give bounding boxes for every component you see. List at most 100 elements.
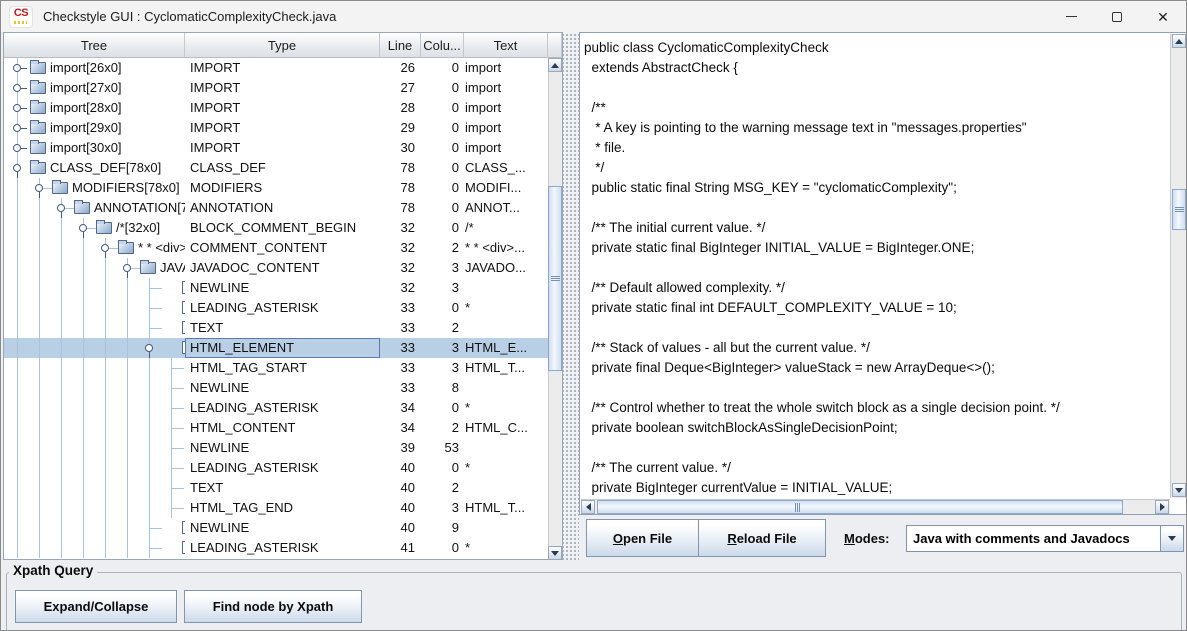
type-cell[interactable]: TEXT: [185, 478, 380, 498]
tree-scrollbar-thumb[interactable]: [548, 186, 562, 371]
code-hscrollbar-thumb[interactable]: [597, 500, 1123, 514]
tree-cell[interactable]: NEWLINE[39x53]: [4, 438, 185, 458]
tree-scroll-up-button[interactable]: [548, 58, 562, 72]
open-file-button[interactable]: Open File: [586, 519, 699, 557]
tree-cell[interactable]: TEXT[40x2]: [4, 478, 185, 498]
table-row[interactable]: HTML_ELEMENT[33x3] HTML_ELEMENT 33 3 HTM…: [4, 338, 548, 358]
table-row[interactable]: NEWLINE[32x3] NEWLINE 32 3: [4, 278, 548, 298]
source-code-view[interactable]: public class CyclomaticComplexityCheck e…: [581, 34, 1170, 499]
type-cell[interactable]: ANNOTATION: [185, 198, 380, 218]
tree-cell[interactable]: HTML_TAG_START[33x3]: [4, 358, 185, 378]
column-header-column[interactable]: Colu...: [421, 33, 464, 58]
type-cell[interactable]: IMPORT: [185, 78, 380, 98]
table-row[interactable]: LEADING_ASTERISK[41x0] LEADING_ASTERISK …: [4, 538, 548, 558]
table-row[interactable]: TEXT[40x2] TEXT 40 2: [4, 478, 548, 498]
code-scroll-right-button[interactable]: [1155, 500, 1169, 514]
type-cell[interactable]: TEXT: [185, 318, 380, 338]
type-cell[interactable]: HTML_TAG_START: [185, 358, 380, 378]
reload-file-button[interactable]: Reload File: [698, 519, 826, 557]
tree-cell[interactable]: HTML_ELEMENT[33x3]: [4, 338, 185, 358]
table-row[interactable]: NEWLINE[33x8] NEWLINE 33 8: [4, 378, 548, 398]
table-row[interactable]: import[29x0] IMPORT 29 0 import: [4, 118, 548, 138]
table-row[interactable]: LEADING_ASTERISK[34x0] LEADING_ASTERISK …: [4, 398, 548, 418]
table-row[interactable]: MODIFIERS[78x0] MODIFIERS 78 0 MODIFI...: [4, 178, 548, 198]
column-header-text[interactable]: Text: [464, 33, 548, 58]
tree-cell[interactable]: LEADING_ASTERISK[40x0]: [4, 458, 185, 478]
code-horizontal-scrollbar[interactable]: [581, 499, 1170, 514]
expand-handle-icon[interactable]: [13, 124, 22, 133]
table-row[interactable]: import[27x0] IMPORT 27 0 import: [4, 78, 548, 98]
type-cell[interactable]: BLOCK_COMMENT_BEGIN: [185, 218, 380, 238]
tree-cell[interactable]: ANNOTATION[78x0]: [4, 198, 185, 218]
type-cell[interactable]: LEADING_ASTERISK: [185, 398, 380, 418]
collapse-handle-icon[interactable]: [57, 204, 66, 213]
tree-cell[interactable]: JAVADOC_CONTENT[32x3]: [4, 258, 185, 278]
tree-cell[interactable]: MODIFIERS[78x0]: [4, 178, 185, 198]
column-header-tree[interactable]: Tree: [4, 33, 185, 58]
close-button[interactable]: ✕: [1140, 1, 1186, 32]
type-cell[interactable]: COMMENT_CONTENT: [185, 238, 380, 258]
table-row[interactable]: LEADING_ASTERISK[33x0] LEADING_ASTERISK …: [4, 298, 548, 318]
table-row[interactable]: HTML_TAG_START[33x3] HTML_TAG_START 33 3…: [4, 358, 548, 378]
minimize-button[interactable]: [1048, 1, 1094, 32]
type-cell[interactable]: HTML_TAG_END: [185, 498, 380, 518]
code-vertical-scrollbar[interactable]: [1170, 34, 1186, 498]
table-row[interactable]: import[26x0] IMPORT 26 0 import: [4, 58, 548, 78]
type-cell[interactable]: IMPORT: [185, 98, 380, 118]
table-row[interactable]: NEWLINE[40x9] NEWLINE 40 9: [4, 518, 548, 538]
tree-vertical-scrollbar[interactable]: [548, 58, 562, 560]
table-row[interactable]: TEXT[33x2] TEXT 33 2: [4, 318, 548, 338]
table-row[interactable]: CLASS_DEF[78x0] CLASS_DEF 78 0 CLASS_...: [4, 158, 548, 178]
column-header-line[interactable]: Line: [380, 33, 421, 58]
tree-cell[interactable]: TEXT[33x2]: [4, 318, 185, 338]
table-row[interactable]: NEWLINE[39x53] NEWLINE 39 53: [4, 438, 548, 458]
table-row[interactable]: HTML_CONTENT[34x2] HTML_CONTENT 34 2 HTM…: [4, 418, 548, 438]
expand-handle-icon[interactable]: [13, 144, 22, 153]
maximize-button[interactable]: [1094, 1, 1140, 32]
type-cell[interactable]: MODIFIERS: [185, 178, 380, 198]
table-row[interactable]: /*[32x0] BLOCK_COMMENT_BEGIN 32 0 /*: [4, 218, 548, 238]
table-row[interactable]: HTML_TAG_END[40x3] HTML_TAG_END 40 3 HTM…: [4, 498, 548, 518]
collapse-handle-icon[interactable]: [145, 344, 154, 353]
tree-cell[interactable]: LEADING_ASTERISK[33x0]: [4, 298, 185, 318]
table-row[interactable]: * * <div> COMMENT_CONTENT 32 2 * * <div>…: [4, 238, 548, 258]
expand-handle-icon[interactable]: [13, 84, 22, 93]
column-header-type[interactable]: Type: [185, 33, 380, 58]
tree-cell[interactable]: * * <div>: [4, 238, 185, 258]
tree-cell[interactable]: LEADING_ASTERISK[34x0]: [4, 398, 185, 418]
expand-handle-icon[interactable]: [13, 64, 22, 73]
type-cell[interactable]: LEADING_ASTERISK: [185, 458, 380, 478]
tree-cell[interactable]: NEWLINE[33x8]: [4, 378, 185, 398]
split-pane-divider[interactable]: [563, 32, 579, 560]
code-scroll-left-button[interactable]: [581, 500, 595, 514]
tree-cell[interactable]: HTML_TAG_END[40x3]: [4, 498, 185, 518]
collapse-handle-icon[interactable]: [123, 264, 132, 273]
type-cell[interactable]: LEADING_ASTERISK: [185, 298, 380, 318]
modes-combobox[interactable]: Java with comments and Javadocs: [906, 525, 1184, 552]
tree-cell[interactable]: import[28x0]: [4, 98, 185, 118]
type-cell[interactable]: JAVADOC_CONTENT: [185, 258, 380, 278]
type-cell[interactable]: IMPORT: [185, 58, 380, 78]
tree-cell[interactable]: import[30x0]: [4, 138, 185, 158]
tree-cell[interactable]: import[27x0]: [4, 78, 185, 98]
code-scroll-up-button[interactable]: [1172, 34, 1186, 48]
type-cell[interactable]: HTML_ELEMENT: [185, 338, 380, 358]
tree-cell[interactable]: NEWLINE[40x9]: [4, 518, 185, 538]
type-cell[interactable]: NEWLINE: [185, 378, 380, 398]
tree-scroll-down-button[interactable]: [548, 546, 562, 560]
tree-cell[interactable]: NEWLINE[32x3]: [4, 278, 185, 298]
type-cell[interactable]: LEADING_ASTERISK: [185, 538, 380, 558]
collapse-handle-icon[interactable]: [79, 224, 88, 233]
type-cell[interactable]: IMPORT: [185, 138, 380, 158]
combo-dropdown-button[interactable]: [1160, 526, 1183, 551]
collapse-handle-icon[interactable]: [35, 184, 44, 193]
find-node-by-xpath-button[interactable]: Find node by Xpath: [184, 590, 362, 623]
table-row[interactable]: import[30x0] IMPORT 30 0 import: [4, 138, 548, 158]
table-row[interactable]: JAVADOC_CONTENT[32x3] JAVADOC_CONTENT 32…: [4, 258, 548, 278]
tree-cell[interactable]: CLASS_DEF[78x0]: [4, 158, 185, 178]
type-cell[interactable]: IMPORT: [185, 118, 380, 138]
type-cell[interactable]: NEWLINE: [185, 438, 380, 458]
tree-cell[interactable]: /*[32x0]: [4, 218, 185, 238]
type-cell[interactable]: HTML_CONTENT: [185, 418, 380, 438]
table-row[interactable]: LEADING_ASTERISK[40x0] LEADING_ASTERISK …: [4, 458, 548, 478]
